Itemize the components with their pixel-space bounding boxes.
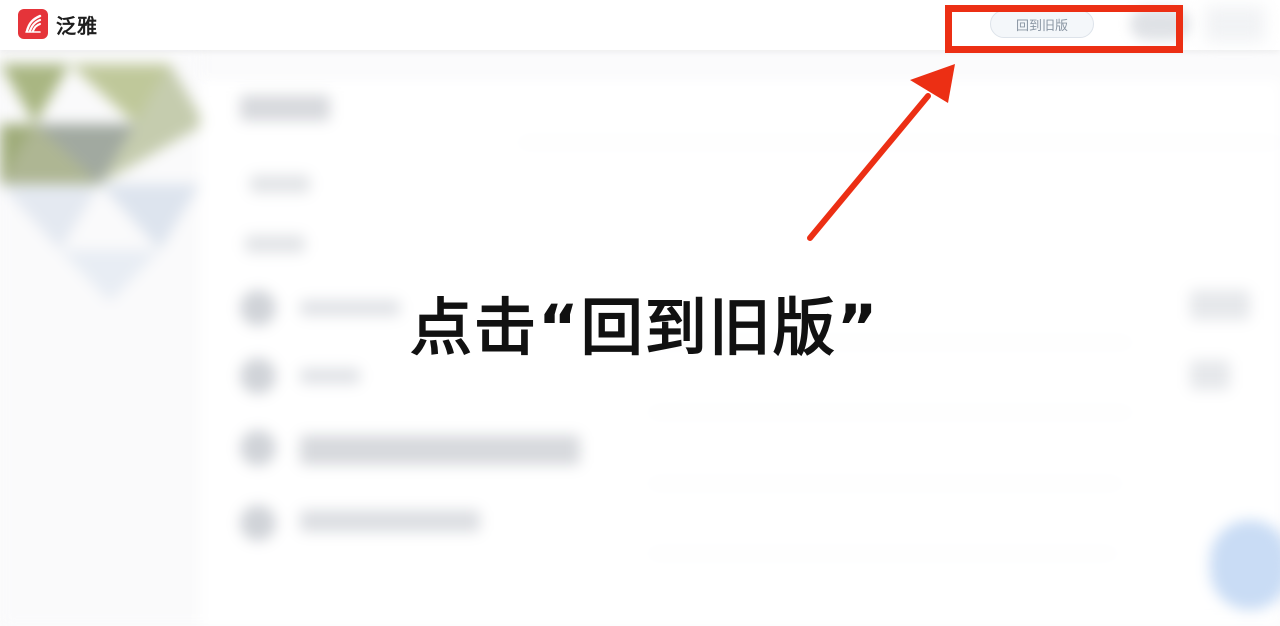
blurred-text xyxy=(300,300,400,316)
chaoxing-logo-icon xyxy=(18,9,48,39)
blurred-floating-button xyxy=(1210,520,1280,610)
course-cover-image xyxy=(0,64,205,302)
divider xyxy=(650,553,1115,554)
divider xyxy=(650,412,1130,413)
app-logo[interactable]: 泛雅 xyxy=(18,9,98,39)
blurred-text xyxy=(300,435,580,465)
divider xyxy=(520,142,1280,143)
blurred-tab xyxy=(250,175,310,193)
blurred-side-item xyxy=(1190,360,1230,390)
blurred-header-item xyxy=(1205,6,1265,42)
blurred-avatar xyxy=(240,290,276,326)
instruction-caption: 点击“回到旧版” xyxy=(410,291,880,364)
app-name: 泛雅 xyxy=(56,13,98,38)
blurred-text xyxy=(300,510,480,532)
blurred-text xyxy=(300,368,360,384)
highlight-box xyxy=(945,5,1183,53)
screen: 泛雅 回到旧版 点击“回到旧版” xyxy=(0,0,1280,626)
blurred-avatar xyxy=(240,505,276,541)
blurred-heading xyxy=(240,95,330,121)
blurred-side-item xyxy=(1190,290,1250,320)
blurred-avatar xyxy=(240,358,276,394)
blurred-tab xyxy=(245,235,305,253)
divider xyxy=(650,483,1120,484)
blurred-avatar xyxy=(240,430,276,466)
